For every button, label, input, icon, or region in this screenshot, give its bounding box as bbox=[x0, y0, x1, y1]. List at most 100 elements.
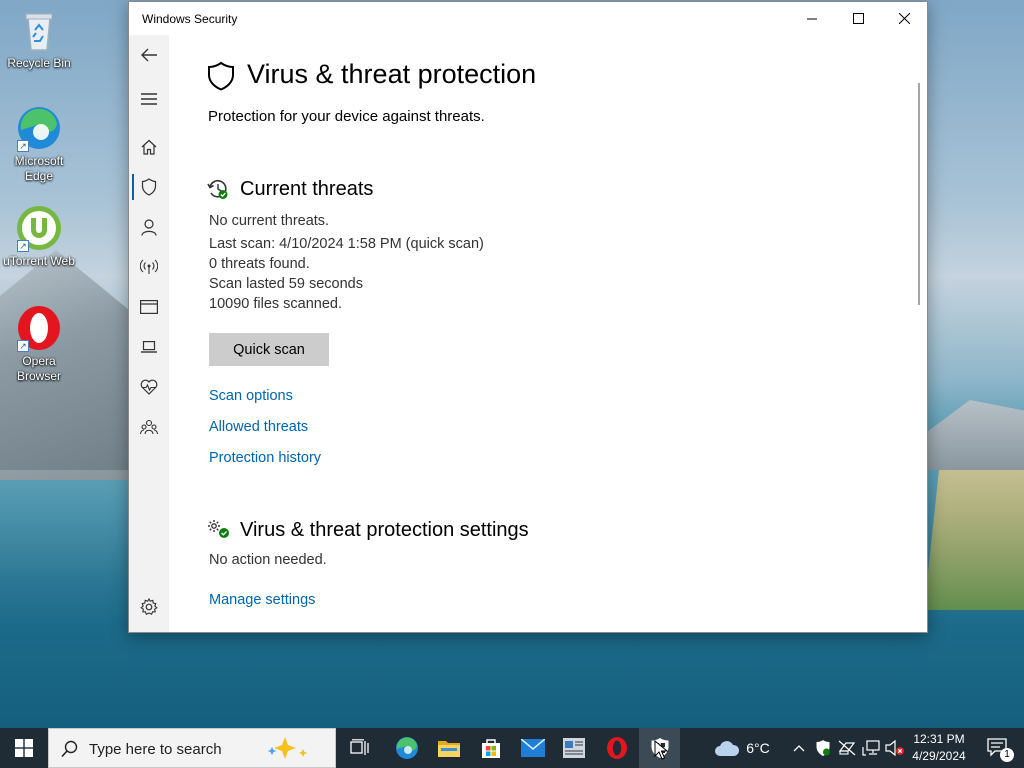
title-bar[interactable]: Windows Security bbox=[129, 2, 927, 35]
scan-duration-info: Scan lasted 59 seconds bbox=[209, 276, 363, 292]
windows-security-window: Windows Security Virus & threat protecti… bbox=[128, 1, 928, 633]
close-button[interactable] bbox=[881, 2, 927, 35]
maximize-button[interactable] bbox=[835, 2, 881, 35]
tray-security[interactable] bbox=[812, 728, 834, 768]
scrollbar[interactable] bbox=[918, 83, 920, 305]
notification-center-button[interactable]: 1 bbox=[978, 728, 1018, 768]
main-content: Virus & threat protection Protection for… bbox=[169, 35, 921, 632]
close-icon bbox=[898, 13, 910, 24]
file-explorer-icon bbox=[438, 741, 460, 757]
sidebar-item-family[interactable] bbox=[129, 409, 169, 445]
tray-network-drive[interactable] bbox=[836, 728, 858, 768]
sidebar-item-device-health[interactable] bbox=[129, 369, 169, 405]
tray-volume[interactable] bbox=[884, 728, 906, 768]
menu-button[interactable] bbox=[129, 81, 169, 117]
desktop-icon-label: Opera Browser bbox=[16, 354, 61, 383]
chevron-up-icon bbox=[793, 745, 805, 752]
task-view-button[interactable] bbox=[340, 728, 380, 768]
mouse-cursor-icon bbox=[654, 739, 669, 765]
desktop-icon-label: uTorrent Web bbox=[3, 254, 75, 268]
microsoft-store-icon bbox=[482, 739, 500, 758]
taskbar-news[interactable] bbox=[554, 728, 594, 768]
taskbar-file-explorer[interactable] bbox=[428, 728, 470, 768]
windows-logo-icon bbox=[15, 739, 33, 757]
sidebar-item-app-browser[interactable] bbox=[129, 289, 169, 325]
search-icon bbox=[61, 740, 78, 758]
taskbar-edge[interactable] bbox=[386, 728, 428, 768]
browser-window-icon bbox=[140, 300, 158, 314]
mail-icon bbox=[521, 739, 545, 757]
recycle-bin-icon bbox=[15, 6, 63, 54]
opera-icon bbox=[607, 737, 627, 759]
back-button[interactable] bbox=[129, 37, 169, 73]
maximize-icon bbox=[852, 13, 864, 24]
news-icon bbox=[563, 738, 585, 758]
sidebar-item-virus-threat[interactable] bbox=[129, 169, 169, 205]
section-title-current-threats: Current threats bbox=[240, 178, 374, 200]
taskbar-opera[interactable] bbox=[597, 728, 637, 768]
page-title: Virus & threat protection bbox=[247, 59, 537, 89]
shield-icon bbox=[141, 178, 157, 196]
security-shield-tray-icon bbox=[816, 740, 830, 756]
clock-date: 4/29/2024 bbox=[912, 749, 966, 763]
network-icon bbox=[862, 740, 880, 756]
volume-muted-icon bbox=[885, 740, 904, 756]
taskbar: Type here to search 6°C 12:31 PM 4/29/20… bbox=[0, 728, 1024, 768]
tray-network[interactable] bbox=[860, 728, 882, 768]
manage-settings-link[interactable]: Manage settings bbox=[209, 592, 315, 608]
family-icon bbox=[140, 419, 158, 435]
home-icon bbox=[141, 139, 157, 155]
threat-status: No current threats. bbox=[209, 213, 330, 229]
last-scan-info: Last scan: 4/10/2024 1:58 PM (quick scan… bbox=[209, 236, 484, 252]
weather-temperature: 6°C bbox=[746, 739, 770, 756]
sidebar-item-device-security[interactable] bbox=[129, 329, 169, 365]
search-placeholder: Type here to search bbox=[89, 741, 222, 758]
minimize-icon bbox=[807, 18, 817, 19]
quick-scan-button[interactable]: Quick scan bbox=[209, 333, 329, 366]
shortcut-arrow-icon: ↗ bbox=[17, 240, 29, 252]
desktop-icon-utorrent[interactable]: ↗ uTorrent Web bbox=[0, 204, 78, 269]
sidebar bbox=[129, 35, 169, 632]
sidebar-item-account[interactable] bbox=[129, 209, 169, 245]
desktop-icon-recycle-bin[interactable]: Recycle Bin bbox=[0, 6, 78, 71]
sidebar-item-settings[interactable] bbox=[129, 589, 169, 625]
clock[interactable]: 12:31 PM 4/29/2024 bbox=[908, 728, 970, 768]
edge-icon: ↗ bbox=[15, 104, 63, 152]
network-drive-offline-icon bbox=[838, 740, 856, 756]
desktop-icon-opera[interactable]: ↗ Opera Browser bbox=[0, 304, 78, 384]
protection-history-link[interactable]: Protection history bbox=[209, 450, 321, 466]
desktop-icon-label: Recycle Bin bbox=[7, 56, 71, 70]
utorrent-icon: ↗ bbox=[15, 204, 63, 252]
sidebar-item-firewall[interactable] bbox=[129, 249, 169, 285]
notification-count-badge: 1 bbox=[1000, 748, 1014, 762]
minimize-button[interactable] bbox=[789, 2, 835, 35]
edge-icon bbox=[396, 737, 418, 759]
desktop-icon-edge[interactable]: ↗ Microsoft Edge bbox=[0, 104, 78, 184]
threat-scan-ok-icon bbox=[207, 178, 229, 205]
gear-icon bbox=[140, 598, 158, 615]
page-subtitle: Protection for your device against threa… bbox=[208, 108, 485, 125]
start-button[interactable] bbox=[0, 728, 48, 768]
cloud-icon bbox=[715, 741, 740, 756]
search-input[interactable]: Type here to search bbox=[48, 728, 336, 768]
search-highlight-icon bbox=[267, 737, 308, 759]
opera-icon: ↗ bbox=[15, 304, 63, 352]
weather-widget[interactable]: 6°C bbox=[710, 728, 774, 768]
shortcut-arrow-icon: ↗ bbox=[17, 140, 29, 152]
sidebar-item-home[interactable] bbox=[129, 129, 169, 165]
laptop-icon bbox=[141, 341, 157, 353]
show-hidden-icons-button[interactable] bbox=[790, 728, 808, 768]
person-icon bbox=[141, 218, 157, 236]
wireless-antenna-icon bbox=[140, 259, 158, 274]
hamburger-icon bbox=[141, 93, 157, 105]
shield-icon bbox=[207, 61, 235, 96]
allowed-threats-link[interactable]: Allowed threats bbox=[209, 419, 308, 435]
task-view-icon bbox=[350, 739, 369, 755]
section-title-protection-settings: Virus & threat protection settings bbox=[240, 519, 529, 541]
window-title: Windows Security bbox=[142, 12, 238, 26]
taskbar-microsoft-store[interactable] bbox=[470, 728, 512, 768]
scan-options-link[interactable]: Scan options bbox=[209, 388, 293, 404]
threats-found-info: 0 threats found. bbox=[209, 256, 310, 272]
taskbar-mail[interactable] bbox=[512, 728, 554, 768]
settings-status: No action needed. bbox=[209, 552, 327, 568]
